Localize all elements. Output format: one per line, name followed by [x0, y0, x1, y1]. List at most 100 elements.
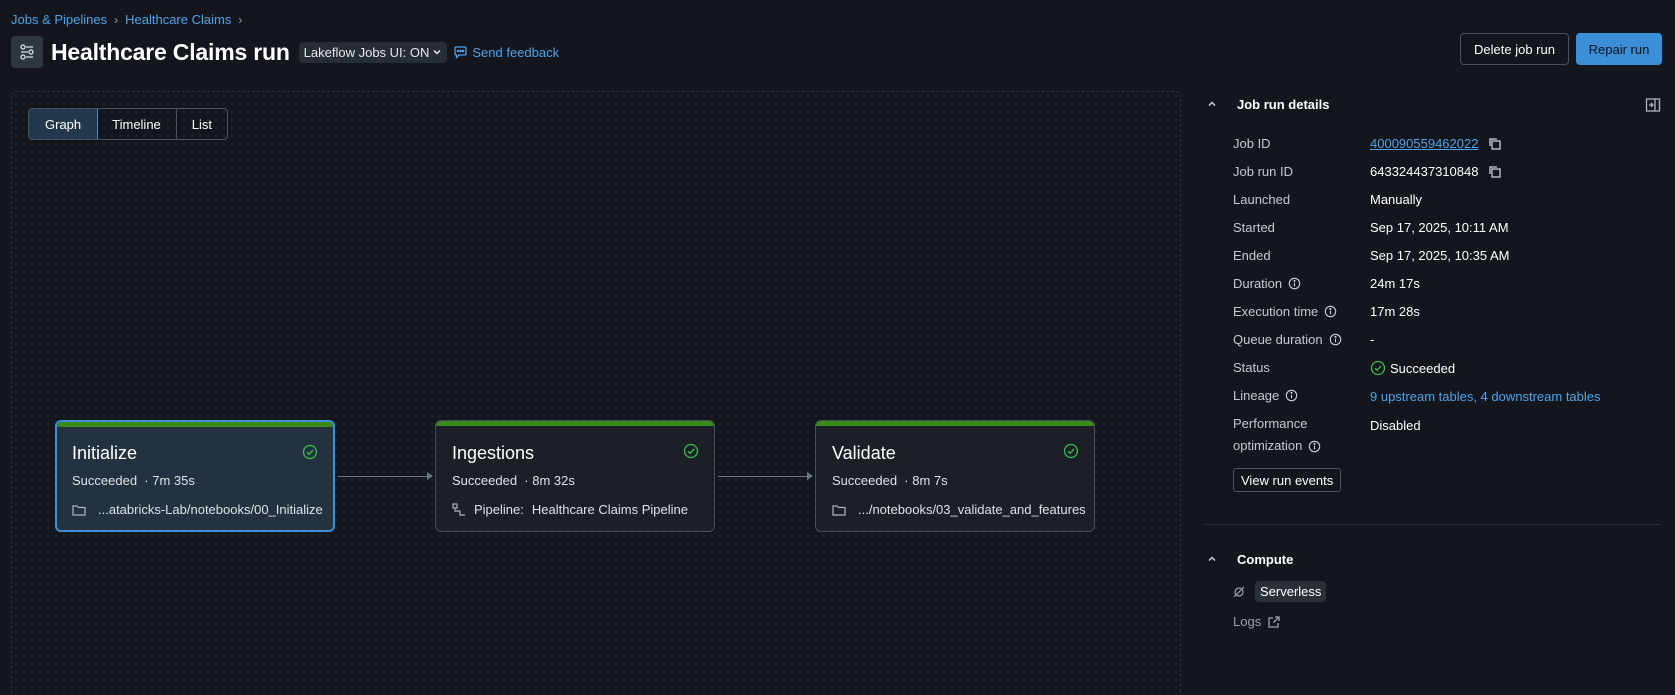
info-icon[interactable]	[1329, 333, 1342, 346]
performance-label-line2: optimization	[1233, 438, 1303, 453]
send-feedback-label: Send feedback	[472, 44, 560, 60]
task-status: Succeeded · 7m 35s	[72, 473, 195, 488]
delete-job-run-button[interactable]: Delete job run	[1460, 33, 1569, 65]
status-value: Succeeded	[1370, 360, 1455, 376]
check-circle-icon	[1370, 360, 1386, 376]
task-node-initialize[interactable]: Initialize Succeeded · 7m 35s ...atabric…	[55, 420, 335, 532]
duration-value: 24m 17s	[1370, 276, 1420, 291]
info-icon[interactable]	[1324, 305, 1337, 318]
edge-ingestions-validate	[718, 472, 813, 480]
started-label: Started	[1233, 220, 1275, 235]
copy-icon[interactable]	[1488, 137, 1502, 151]
lineage-row: Lineage	[1233, 388, 1298, 403]
speech-bubble-icon	[454, 45, 468, 59]
tab-list[interactable]: List	[177, 109, 227, 139]
tab-timeline[interactable]: Timeline	[97, 109, 177, 139]
external-link-icon	[1268, 615, 1280, 628]
task-path: Pipeline: Healthcare Claims Pipeline	[452, 502, 688, 517]
task-status-text: Succeeded	[832, 473, 898, 488]
section-title: Compute	[1237, 551, 1294, 567]
serverless-tag: Serverless	[1255, 581, 1327, 602]
job-run-details-panel: Job run details Job ID 400090559462022 J…	[1205, 92, 1665, 629]
task-duration: 8m 32s	[532, 473, 575, 488]
ended-label: Ended	[1233, 248, 1271, 263]
page-header: Healthcare Claims run Lakeflow Jobs UI: …	[11, 36, 559, 68]
job-id-label: Job ID	[1233, 136, 1271, 151]
queue-duration-row: Queue duration	[1233, 332, 1342, 347]
task-path: ...atabricks-Lab/notebooks/00_Initialize	[72, 502, 323, 517]
task-path-text: Healthcare Claims Pipeline	[531, 502, 688, 517]
view-run-events-button[interactable]: View run events	[1233, 468, 1342, 492]
edge-initialize-ingestions	[338, 472, 433, 480]
tab-graph[interactable]: Graph	[29, 109, 99, 139]
check-circle-icon	[683, 443, 699, 459]
execution-time-row: Execution time	[1233, 304, 1337, 319]
queue-duration-label: Queue duration	[1233, 332, 1323, 347]
graph-canvas[interactable]: Graph Timeline List Initialize Succeeded…	[11, 91, 1181, 695]
view-tabs: Graph Timeline List	[28, 108, 229, 140]
launched-label: Launched	[1233, 192, 1291, 207]
lineage-link[interactable]: 9 upstream tables, 4 downstream tables	[1370, 389, 1601, 404]
jobs-ui-toggle[interactable]: Lakeflow Jobs UI: ON	[298, 41, 448, 63]
breadcrumb-healthcare-claims[interactable]: Healthcare Claims	[125, 12, 231, 27]
duration-row: Duration	[1233, 276, 1301, 291]
performance-label-line2-wrap: optimization	[1233, 438, 1321, 454]
task-node-validate[interactable]: Validate Succeeded · 8m 7s .../notebooks…	[815, 420, 1095, 532]
launched-value: Manually	[1370, 192, 1423, 207]
jobs-ui-toggle-label: Lakeflow Jobs UI: ON	[303, 44, 430, 60]
status-bar	[436, 421, 714, 426]
pipeline-icon	[452, 502, 465, 516]
chevron-up-icon	[1207, 99, 1227, 109]
page-title: Healthcare Claims run	[51, 38, 290, 65]
task-status: Succeeded · 8m 32s	[452, 473, 575, 488]
serverless-row: Serverless	[1233, 581, 1327, 602]
task-path-text: .../notebooks/03_validate_and_features	[858, 502, 1086, 517]
lineage-value: 9 upstream tables, 4 downstream tables	[1370, 389, 1601, 404]
logs-link[interactable]: Logs	[1233, 614, 1281, 629]
task-duration: 8m 7s	[912, 473, 948, 488]
task-node-ingestions[interactable]: Ingestions Succeeded · 8m 32s Pipeline: …	[435, 420, 715, 532]
send-feedback-link[interactable]: Send feedback	[453, 45, 559, 60]
breadcrumb-jobs-pipelines[interactable]: Jobs & Pipelines	[11, 12, 107, 27]
status-badge: Succeeded	[1390, 360, 1456, 376]
task-path-text: ...atabricks-Lab/notebooks/00_Initialize	[98, 502, 323, 517]
duration-label: Duration	[1233, 276, 1283, 291]
check-circle-icon	[1063, 443, 1079, 459]
info-icon[interactable]	[1308, 440, 1321, 453]
task-path-label: Pipeline:	[474, 502, 524, 517]
status-bar	[57, 422, 333, 427]
info-icon[interactable]	[1285, 389, 1298, 402]
task-name: Validate	[832, 443, 896, 463]
job-run-id-label: Job run ID	[1233, 164, 1293, 179]
task-path: .../notebooks/03_validate_and_features	[832, 502, 1086, 517]
started-value: Sep 17, 2025, 10:11 AM	[1370, 220, 1509, 235]
job-run-id-value: 643324437310848	[1370, 164, 1502, 179]
info-icon[interactable]	[1288, 277, 1301, 290]
task-name: Initialize	[72, 443, 138, 463]
performance-label-line1: Performance	[1233, 416, 1308, 431]
job-id-link[interactable]: 400090559462022	[1370, 136, 1478, 151]
chevron-right-icon: ›	[238, 12, 243, 27]
collapse-panel-icon[interactable]	[1645, 97, 1661, 113]
logs-label: Logs	[1233, 614, 1262, 629]
section-title: Job run details	[1237, 96, 1330, 112]
job-run-details-header[interactable]: Job run details	[1205, 92, 1665, 116]
copy-icon[interactable]	[1488, 165, 1502, 179]
repair-run-button[interactable]: Repair run	[1576, 33, 1662, 65]
serverless-icon	[1233, 586, 1245, 597]
status-label: Status	[1233, 360, 1270, 375]
ended-value: Sep 17, 2025, 10:35 AM	[1370, 248, 1510, 263]
breadcrumb: Jobs & Pipelines › Healthcare Claims ›	[11, 12, 242, 27]
compute-header[interactable]: Compute	[1205, 547, 1293, 571]
status-bar	[816, 421, 1094, 426]
queue-duration-value: -	[1370, 332, 1375, 347]
folder-icon	[72, 504, 86, 516]
performance-row: Performance optimization	[1233, 416, 1321, 454]
task-status-text: Succeeded	[452, 473, 518, 488]
folder-icon	[832, 504, 846, 516]
check-circle-icon	[302, 444, 318, 460]
task-duration: 7m 35s	[152, 473, 195, 488]
chevron-down-icon	[433, 49, 441, 55]
execution-time-value: 17m 28s	[1370, 304, 1420, 319]
lineage-label: Lineage	[1233, 388, 1280, 403]
